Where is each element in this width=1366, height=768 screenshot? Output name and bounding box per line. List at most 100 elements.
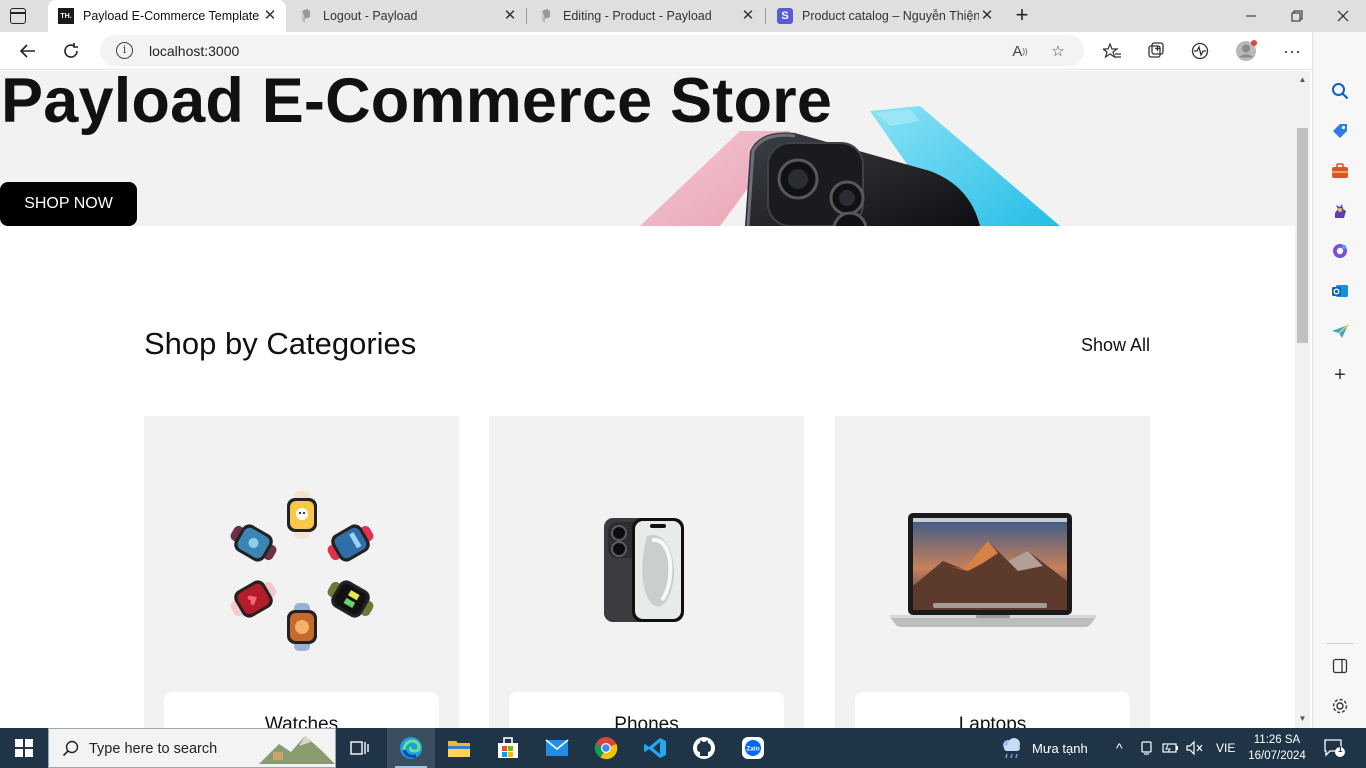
- rain-cloud-icon: [1003, 738, 1020, 759]
- restore-icon: [1291, 10, 1303, 22]
- shop-now-button[interactable]: SHOP NOW: [0, 182, 137, 226]
- hero-banner: Payload E-Commerce Store SHOP NOW: [0, 71, 1295, 226]
- task-view-button[interactable]: [336, 728, 384, 768]
- add-sidebar-app-icon[interactable]: +: [1327, 362, 1353, 388]
- chrome-icon: [594, 737, 618, 760]
- svg-text:Zalo: Zalo: [746, 746, 759, 753]
- sidebar-divider: [1327, 643, 1353, 644]
- tab-separator: [765, 8, 766, 24]
- page-scrollbar[interactable]: ▲ ▼: [1295, 71, 1310, 728]
- back-button[interactable]: [14, 37, 42, 65]
- performance-button[interactable]: [1186, 37, 1214, 65]
- mail-icon: [545, 739, 569, 756]
- tab-strip: TH. Payload E-Commerce Template ✕ Logout…: [0, 0, 1366, 32]
- zalo-icon: Zalo: [742, 737, 764, 759]
- settings-menu-button[interactable]: ···: [1278, 37, 1306, 65]
- taskbar-zalo[interactable]: Zalo: [729, 728, 777, 768]
- taskbar-edge[interactable]: [387, 728, 435, 768]
- close-tab-icon[interactable]: ✕: [740, 8, 756, 24]
- heartbeat-icon: [1191, 42, 1209, 60]
- navigation-bar: i localhost:3000 A)) ☆ ···: [0, 32, 1366, 70]
- back-arrow-icon: [19, 44, 35, 58]
- collections-button[interactable]: [1142, 37, 1170, 65]
- category-label-box: Phones: [509, 692, 784, 728]
- favorite-star-icon[interactable]: ☆: [1048, 41, 1068, 61]
- collections-icon: [1148, 42, 1164, 58]
- tab-product-catalog[interactable]: S Product catalog – Nguyễn Thiện ✕: [767, 0, 1003, 32]
- edge-sidebar: +: [1312, 32, 1366, 728]
- task-view-icon: [350, 741, 369, 755]
- games-icon[interactable]: [1327, 198, 1353, 224]
- scrollbar-thumb[interactable]: [1297, 128, 1308, 343]
- notification-count: 1: [1338, 745, 1343, 754]
- clock[interactable]: 11:26 SA 16/07/2024: [1244, 732, 1310, 764]
- copilot-apps-icon[interactable]: [1327, 238, 1353, 264]
- category-label: Phones: [614, 714, 679, 728]
- taskbar-vscode[interactable]: [631, 728, 679, 768]
- taskbar-file-explorer[interactable]: [435, 728, 483, 768]
- notification-center-button[interactable]: 1: [1324, 728, 1346, 768]
- refresh-button[interactable]: [57, 37, 85, 65]
- taskbar-chrome[interactable]: [582, 728, 630, 768]
- tab-logout-payload[interactable]: Logout - Payload ✕: [288, 0, 526, 32]
- tab-title: Product catalog – Nguyễn Thiện: [802, 9, 979, 23]
- tab-editing-product[interactable]: Editing - Product - Payload ✕: [528, 0, 764, 32]
- restore-button[interactable]: [1274, 0, 1320, 32]
- close-tab-icon[interactable]: ✕: [502, 8, 518, 24]
- hide-sidebar-icon[interactable]: [1327, 653, 1353, 679]
- github-icon: [693, 737, 715, 759]
- favorites-button[interactable]: [1098, 37, 1126, 65]
- tab-payload-ecommerce[interactable]: TH. Payload E-Commerce Template ✕: [48, 0, 286, 32]
- tools-icon[interactable]: [1327, 158, 1353, 184]
- address-bar[interactable]: i localhost:3000 A)) ☆: [100, 35, 1084, 66]
- close-window-button[interactable]: [1320, 0, 1366, 32]
- category-label: Laptops: [958, 714, 1027, 728]
- shopping-tag-icon[interactable]: [1327, 118, 1353, 144]
- show-all-link[interactable]: Show All: [1081, 335, 1150, 356]
- category-card-phones[interactable]: Phones: [489, 416, 804, 728]
- search-placeholder: Type here to search: [89, 741, 218, 757]
- taskbar-search-box[interactable]: Type here to search: [48, 728, 336, 768]
- profile-button[interactable]: [1232, 37, 1260, 65]
- edge-icon: [400, 737, 422, 759]
- minimize-button[interactable]: [1228, 0, 1274, 32]
- page-viewport: Payload E-Commerce Store SHOP NOW Shop b…: [0, 71, 1295, 728]
- scroll-down-icon[interactable]: ▼: [1295, 712, 1310, 726]
- site-info-icon[interactable]: i: [116, 42, 133, 59]
- volume-muted-icon[interactable]: [1186, 728, 1204, 768]
- taskbar-github-desktop[interactable]: [680, 728, 728, 768]
- laptop-image: [835, 476, 1150, 666]
- folder-icon: [448, 741, 470, 757]
- sidebar-settings-icon[interactable]: [1327, 693, 1353, 719]
- notification-icon: [1324, 739, 1345, 757]
- meet-now-icon[interactable]: [1140, 728, 1154, 768]
- clock-time: 11:26 SA: [1253, 734, 1301, 746]
- new-tab-button[interactable]: +: [1010, 4, 1034, 28]
- close-tab-icon[interactable]: ✕: [979, 8, 995, 24]
- start-button[interactable]: [0, 728, 48, 768]
- search-icon[interactable]: [1327, 78, 1353, 104]
- scroll-up-icon[interactable]: ▲: [1295, 73, 1310, 87]
- battery-icon[interactable]: [1162, 728, 1180, 768]
- search-highlight-image: [259, 736, 335, 764]
- category-card-watches[interactable]: Watches: [144, 416, 459, 728]
- url-text: localhost:3000: [149, 43, 240, 59]
- category-card-laptops[interactable]: Laptops: [835, 416, 1150, 728]
- weather-widget[interactable]: Mưa tạnh: [998, 728, 1088, 768]
- close-tab-icon[interactable]: ✕: [262, 8, 278, 24]
- read-aloud-icon[interactable]: A)): [1010, 41, 1030, 61]
- store-icon: [498, 737, 518, 758]
- category-label-box: Laptops: [855, 692, 1130, 728]
- tab-title: Payload E-Commerce Template: [83, 9, 260, 23]
- taskbar-store[interactable]: [484, 728, 532, 768]
- windows-logo-icon: [15, 739, 33, 757]
- taskbar-mail[interactable]: [533, 728, 581, 768]
- outlook-icon[interactable]: [1327, 278, 1353, 304]
- avatar: [1236, 40, 1257, 61]
- tab-actions-icon[interactable]: [10, 8, 26, 24]
- drop-send-icon[interactable]: [1327, 318, 1353, 344]
- favicon-s-icon: S: [777, 8, 793, 24]
- language-indicator[interactable]: VIE: [1216, 728, 1235, 768]
- show-hidden-icons-button[interactable]: ^: [1116, 728, 1123, 768]
- clock-date: 16/07/2024: [1248, 750, 1306, 762]
